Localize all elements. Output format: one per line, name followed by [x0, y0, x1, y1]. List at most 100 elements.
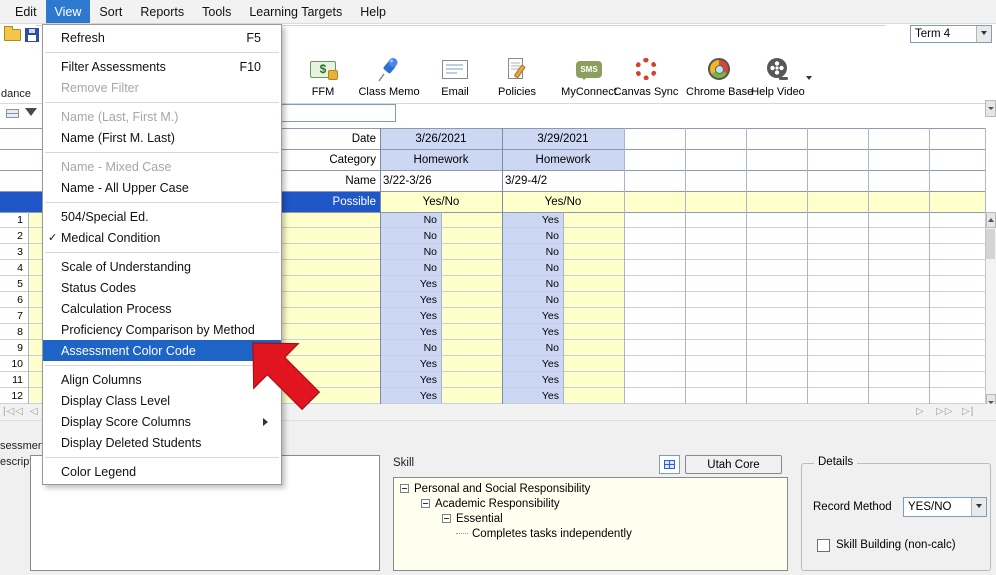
collapse-icon[interactable]	[400, 484, 409, 493]
menu-item-medical-condition[interactable]: ✓ Medical Condition	[43, 227, 281, 248]
menu-item-name-all-upper-case[interactable]: Name - All Upper Case	[43, 177, 281, 198]
skill-expand-button[interactable]	[659, 455, 680, 474]
score-cell[interactable]: Yes	[380, 372, 437, 388]
score-cell[interactable]: Yes	[380, 388, 437, 404]
layout-grid-icon[interactable]	[6, 109, 19, 118]
score-cell[interactable]: Yes	[380, 292, 437, 308]
tree-node[interactable]: Essential	[394, 511, 787, 526]
record-method-select[interactable]: YES/NO	[903, 497, 987, 517]
score-cell[interactable]: Yes	[380, 276, 437, 292]
open-folder-icon[interactable]	[4, 26, 21, 41]
score-cell[interactable]: No	[380, 244, 437, 260]
menu-item-display-deleted-students[interactable]: Display Deleted Students	[43, 432, 281, 453]
menu-item-status-codes[interactable]: Status Codes	[43, 277, 281, 298]
toolbar-button-email[interactable]: Email	[432, 54, 478, 102]
collapse-icon[interactable]	[421, 499, 430, 508]
score-cell[interactable]: No	[502, 292, 559, 308]
row-number[interactable]: 11	[0, 372, 28, 388]
row-number[interactable]: 4	[0, 260, 28, 276]
tree-leaf[interactable]: Completes tasks independently	[394, 526, 787, 541]
score-cell[interactable]: No	[502, 228, 559, 244]
menu-item-display-score-columns[interactable]: Display Score Columns	[43, 411, 281, 432]
scroll-up-button[interactable]	[986, 212, 996, 228]
toolbar-button-chrome-base[interactable]: Chrome Base	[686, 54, 753, 102]
column-dropdown-button[interactable]	[985, 100, 996, 117]
menu-sort[interactable]: Sort	[90, 0, 131, 23]
score-cell[interactable]: Yes	[502, 212, 559, 228]
score-cell[interactable]: Yes	[502, 324, 559, 340]
menu-reports[interactable]: Reports	[131, 0, 193, 23]
row-number[interactable]: 1	[0, 212, 28, 228]
toolbar-button-class-memo[interactable]: Class Memo	[357, 54, 421, 102]
nav-next-icon[interactable]: ▷	[916, 406, 925, 417]
tree-node-label: Completes tasks independently	[472, 527, 632, 540]
menu-edit[interactable]: Edit	[6, 0, 46, 23]
score-cell[interactable]: No	[502, 340, 559, 356]
assessment1-date-cell[interactable]: 3/26/2021	[380, 128, 502, 149]
row-number[interactable]: 6	[0, 292, 28, 308]
row-number[interactable]: 12	[0, 388, 28, 404]
assessment2-name-cell[interactable]: 3/29-4/2	[502, 170, 624, 191]
score-cell[interactable]: No	[502, 276, 559, 292]
score-cell[interactable]: Yes	[380, 356, 437, 372]
score-cell[interactable]: Yes	[380, 324, 437, 340]
toolbar-button-help-video[interactable]: Help Video	[749, 54, 807, 102]
menu-help[interactable]: Help	[351, 0, 395, 23]
nav-next-group-icon[interactable]: ▷▷	[936, 406, 953, 417]
scrollbar-thumb[interactable]	[986, 229, 995, 259]
menu-item-refresh[interactable]: Refresh F5	[43, 27, 281, 48]
toolbar-overflow-caret-icon[interactable]	[806, 72, 812, 86]
toolbar-button-ffm[interactable]: $ FFM	[300, 54, 346, 102]
row-number[interactable]: 10	[0, 356, 28, 372]
dropdown-icon[interactable]	[971, 498, 986, 516]
menu-tools[interactable]: Tools	[193, 0, 240, 23]
score-cell[interactable]: No	[380, 212, 437, 228]
toolbar-button-canvas-sync[interactable]: Canvas Sync	[612, 54, 680, 102]
tree-node[interactable]: Academic Responsibility	[394, 496, 787, 511]
utah-core-button[interactable]: Utah Core	[685, 455, 782, 474]
dropdown-icon[interactable]	[976, 26, 991, 42]
row-number[interactable]: 3	[0, 244, 28, 260]
score-cell[interactable]: Yes	[380, 308, 437, 324]
score-cell[interactable]: No	[380, 340, 437, 356]
filter-funnel-icon[interactable]	[25, 108, 37, 122]
menu-item-color-legend[interactable]: Color Legend	[43, 461, 281, 482]
menu-item-scale-of-understanding[interactable]: Scale of Understanding	[43, 256, 281, 277]
menu-item-504-special-ed[interactable]: 504/Special Ed.	[43, 206, 281, 227]
score-cell[interactable]: No	[380, 228, 437, 244]
nav-last-icon[interactable]: ▷|	[962, 406, 974, 417]
menu-view[interactable]: View	[45, 0, 91, 23]
nav-prev-icon[interactable]: ◁	[30, 406, 39, 417]
score-cell[interactable]: Yes	[502, 388, 559, 404]
menu-item-label: 504/Special Ed.	[61, 209, 149, 224]
toolbar-button-policies[interactable]: Policies	[492, 54, 542, 102]
term-selector[interactable]: Term 4	[910, 25, 992, 43]
row-number[interactable]: 9	[0, 340, 28, 356]
menu-item-filter-assessments[interactable]: Filter Assessments F10	[43, 56, 281, 77]
assessment1-possible-cell[interactable]: Yes/No	[380, 191, 502, 212]
save-icon[interactable]	[25, 28, 39, 42]
row-number[interactable]: 7	[0, 308, 28, 324]
menu-item-calculation-process[interactable]: Calculation Process	[43, 298, 281, 319]
score-cell[interactable]: Yes	[502, 372, 559, 388]
skill-building-checkbox[interactable]	[817, 539, 830, 552]
assessment2-possible-cell[interactable]: Yes/No	[502, 191, 624, 212]
menu-item-name-first-last[interactable]: Name (First M. Last)	[43, 127, 281, 148]
score-cell[interactable]: Yes	[502, 308, 559, 324]
score-cell[interactable]: No	[380, 260, 437, 276]
collapse-icon[interactable]	[442, 514, 451, 523]
score-cell[interactable]: No	[502, 244, 559, 260]
assessment2-date-cell[interactable]: 3/29/2021	[502, 128, 624, 149]
assessment1-category-cell[interactable]: Homework	[380, 149, 502, 170]
tree-node[interactable]: Personal and Social Responsibility	[394, 481, 787, 496]
nav-first-icon[interactable]: |◁◁	[3, 406, 24, 417]
score-cell[interactable]: Yes	[502, 356, 559, 372]
menu-item-proficiency-comparison[interactable]: Proficiency Comparison by Method	[43, 319, 281, 340]
menu-learning-targets[interactable]: Learning Targets	[240, 0, 351, 23]
row-number[interactable]: 8	[0, 324, 28, 340]
assessment1-name-cell[interactable]: 3/22-3/26	[380, 170, 502, 191]
assessment2-category-cell[interactable]: Homework	[502, 149, 624, 170]
score-cell[interactable]: No	[502, 260, 559, 276]
row-number[interactable]: 5	[0, 276, 28, 292]
row-number[interactable]: 2	[0, 228, 28, 244]
